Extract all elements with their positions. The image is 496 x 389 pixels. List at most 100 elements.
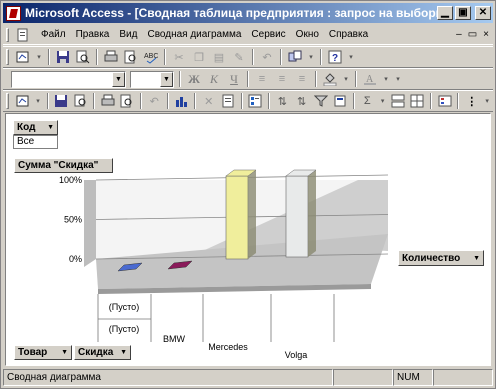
- category-field-button-product[interactable]: Товар ▼: [14, 345, 72, 360]
- search-icon[interactable]: [75, 49, 91, 65]
- filter-field-button[interactable]: Код ▼: [13, 120, 58, 135]
- show-top-bottom-icon[interactable]: [332, 93, 347, 109]
- menu-edit[interactable]: Правка: [71, 29, 115, 40]
- print-preview-icon[interactable]: [123, 49, 139, 65]
- series-field-button[interactable]: Количество ▼: [398, 250, 484, 266]
- category-field-label-discount: Скидка: [78, 347, 114, 358]
- drop-zones-icon[interactable]: ⋮: [464, 93, 479, 109]
- print-icon[interactable]: [103, 49, 119, 65]
- category-field-button-discount[interactable]: Скидка ▼: [74, 345, 131, 360]
- maximize-button[interactable]: ▣: [455, 6, 471, 20]
- filter-dropdown-icon[interactable]: ▼: [47, 124, 54, 131]
- menu-help[interactable]: Справка: [324, 29, 373, 40]
- category-group-label: (Пусто): [109, 302, 139, 312]
- sort-descending-icon[interactable]: ⇅: [294, 93, 309, 109]
- menu-grip[interactable]: [6, 27, 9, 42]
- help-dropdown-icon[interactable]: ▾: [347, 49, 355, 65]
- print-icon-2[interactable]: [100, 93, 115, 109]
- title-bar[interactable]: Microsoft Access - [Сводная таблица пред…: [3, 3, 493, 23]
- toolbar-options-icon[interactable]: ▾: [483, 93, 491, 109]
- save-icon[interactable]: [55, 49, 71, 65]
- undo-icon-2[interactable]: ↶: [147, 93, 162, 109]
- font-color-icon[interactable]: A: [362, 71, 378, 87]
- menu-file[interactable]: Файл: [36, 29, 71, 40]
- cut-icon[interactable]: ✂: [171, 49, 187, 65]
- category-discount-dropdown-icon[interactable]: ▼: [120, 349, 127, 356]
- delete-icon[interactable]: ✕: [201, 93, 216, 109]
- data-field-label: Сумма "Скидка": [18, 160, 99, 171]
- font-name-combo[interactable]: ▼: [11, 70, 126, 88]
- category-label: BMW: [163, 334, 186, 344]
- italic-icon[interactable]: К: [206, 72, 222, 87]
- save-icon-2[interactable]: [54, 93, 69, 109]
- copy-icon[interactable]: ❐: [191, 49, 207, 65]
- close-button[interactable]: ✕: [475, 6, 491, 20]
- font-color-dropdown-icon[interactable]: ▾: [382, 71, 390, 87]
- chart-bar-side: [308, 170, 316, 257]
- print-preview-icon-2[interactable]: [119, 93, 134, 109]
- view-icon[interactable]: [15, 49, 31, 65]
- svg-text:ABC: ABC: [144, 53, 158, 60]
- multiple-plots-icon[interactable]: [390, 93, 405, 109]
- view-icon-2[interactable]: [15, 93, 30, 109]
- data-field-button[interactable]: Сумма "Скидка": [14, 158, 113, 173]
- view-dropdown-icon-2[interactable]: ▾: [34, 93, 42, 109]
- menu-view[interactable]: Вид: [114, 29, 142, 40]
- by-row-column-icon[interactable]: [410, 93, 425, 109]
- toolbar-grip-2[interactable]: [6, 93, 9, 109]
- fill-color-dropdown-icon[interactable]: ▾: [342, 71, 350, 87]
- align-center-icon[interactable]: ≡: [274, 71, 290, 87]
- properties-icon[interactable]: [248, 93, 263, 109]
- category-label: Mercedes: [208, 342, 248, 352]
- minimize-button[interactable]: ▁: [437, 6, 453, 20]
- doc-close-icon[interactable]: ×: [483, 29, 489, 40]
- undo-icon[interactable]: ↶: [259, 49, 275, 65]
- access-app-icon[interactable]: [6, 5, 21, 21]
- autofilter-icon[interactable]: [313, 93, 328, 109]
- format-painter-icon[interactable]: ✎: [231, 49, 247, 65]
- series-dropdown-icon[interactable]: ▼: [473, 255, 480, 262]
- series-field-label: Количество: [402, 252, 461, 264]
- status-empty-2: [433, 369, 493, 386]
- y-tick-label: 100%: [59, 175, 82, 185]
- view-dropdown-icon[interactable]: ▾: [35, 49, 43, 65]
- autocalc-icon[interactable]: Σ: [360, 93, 375, 109]
- doc-restore-icon[interactable]: ▭: [468, 29, 477, 40]
- field-list-icon[interactable]: [220, 93, 235, 109]
- align-left-icon[interactable]: ≡: [254, 71, 270, 87]
- sort-ascending-icon[interactable]: ⇅: [275, 93, 290, 109]
- toolbar-standard: ▾ ABC ✂ ❐ ▤ ✎ ↶ ▾ ? ▾: [3, 46, 493, 68]
- align-right-icon[interactable]: ≡: [294, 71, 310, 87]
- chart-bar-side: [248, 170, 256, 259]
- status-bar: Сводная диаграмма NUM: [3, 369, 493, 387]
- pivotchart-area[interactable]: 100% 50% 0% (Пусто) (Пусто) BMW Mercedes Volga …: [5, 113, 491, 366]
- fill-color-icon[interactable]: [322, 71, 338, 87]
- chart-type-icon[interactable]: [174, 93, 189, 109]
- chart-canvas[interactable]: 100% 50% 0% (Пусто) (Пусто) BMW Mercedes Volga: [6, 114, 490, 365]
- chart-bar: [285, 175, 309, 258]
- toolbar-grip[interactable]: [6, 49, 9, 65]
- menu-pivotchart[interactable]: Сводная диаграмма: [142, 29, 246, 40]
- app-window: Microsoft Access - [Сводная таблица пред…: [0, 0, 496, 389]
- office-links-icon[interactable]: [287, 49, 303, 65]
- more-buttons-icon[interactable]: ▾: [394, 71, 402, 87]
- document-icon[interactable]: [16, 28, 32, 42]
- bold-icon[interactable]: Ж: [186, 72, 202, 87]
- search-icon-2[interactable]: [73, 93, 88, 109]
- category-product-dropdown-icon[interactable]: ▼: [61, 349, 68, 356]
- autocalc-dropdown-icon[interactable]: ▾: [379, 93, 387, 109]
- doc-minimize-icon[interactable]: –: [456, 29, 462, 40]
- menu-window[interactable]: Окно: [291, 29, 324, 40]
- font-size-dropdown-icon[interactable]: ▼: [160, 71, 173, 87]
- font-name-dropdown-icon[interactable]: ▼: [112, 71, 125, 87]
- menu-tools[interactable]: Сервис: [246, 29, 290, 40]
- help-icon[interactable]: ?: [327, 49, 343, 65]
- y-tick-label: 0%: [69, 254, 82, 264]
- office-links-dropdown-icon[interactable]: ▾: [307, 49, 315, 65]
- underline-icon[interactable]: Ч: [226, 72, 242, 87]
- font-size-combo[interactable]: ▼: [130, 70, 174, 88]
- spelling-icon[interactable]: ABC: [143, 49, 159, 65]
- show-legend-icon[interactable]: [437, 93, 452, 109]
- paste-icon[interactable]: ▤: [211, 49, 227, 65]
- chart-bar: [225, 175, 249, 260]
